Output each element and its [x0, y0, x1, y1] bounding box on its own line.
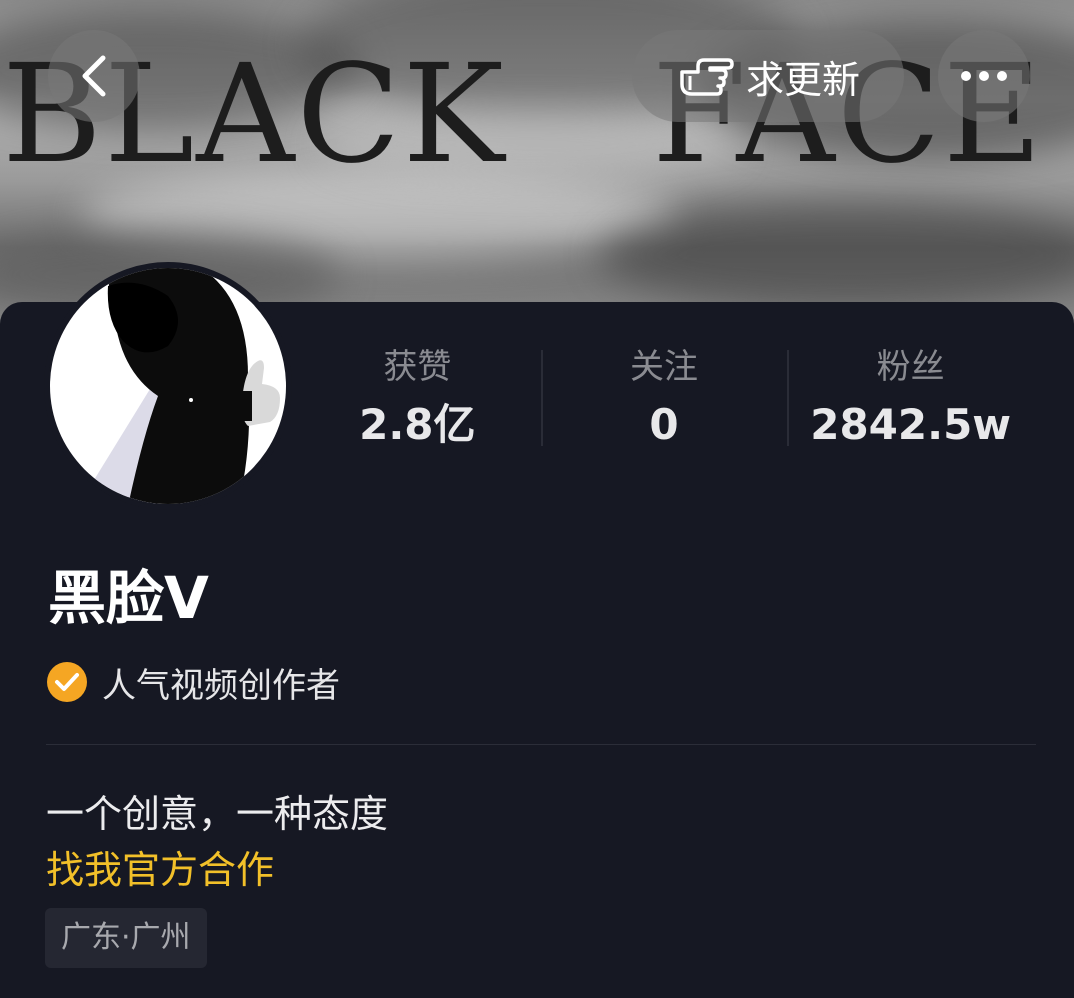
stat-followers-label: 粉丝 [876, 347, 945, 387]
location-tag[interactable]: 广东·广州 [45, 908, 207, 968]
back-button[interactable] [48, 30, 140, 122]
profile-bio: 一个创意，一种态度 [46, 792, 389, 836]
pointing-hand-icon [680, 58, 734, 96]
more-options-button[interactable] [938, 30, 1030, 122]
stat-followers-value: 2842.5w [810, 400, 1012, 449]
profile-nickname: 黑脸V [48, 564, 209, 632]
stat-following[interactable]: 关注 0 [540, 342, 788, 452]
stat-likes[interactable]: 获赞 2.8亿 [294, 342, 541, 452]
stat-following-value: 0 [649, 400, 679, 449]
avatar[interactable] [44, 262, 292, 510]
check-badge-icon [47, 662, 87, 702]
hooded-figure-avatar-image [50, 268, 286, 504]
chevron-left-icon [82, 55, 106, 97]
stat-following-label: 关注 [630, 347, 698, 387]
stat-likes-label: 获赞 [383, 347, 452, 387]
request-update-button[interactable]: 求更新 [632, 30, 904, 122]
profile-stats: 获赞 2.8亿 关注 0 粉丝 2842.5w [294, 342, 1034, 452]
stat-likes-value: 2.8亿 [359, 400, 476, 449]
business-cooperation-link[interactable]: 找我官方合作 [46, 844, 274, 896]
verified-label: 人气视频创作者 [102, 665, 340, 706]
stat-followers[interactable]: 粉丝 2842.5w [787, 342, 1034, 452]
verified-badge[interactable]: 人气视频创作者 [46, 656, 340, 708]
request-update-label: 求更新 [745, 57, 860, 102]
section-divider [46, 744, 1036, 745]
more-dots-icon [961, 71, 1007, 81]
